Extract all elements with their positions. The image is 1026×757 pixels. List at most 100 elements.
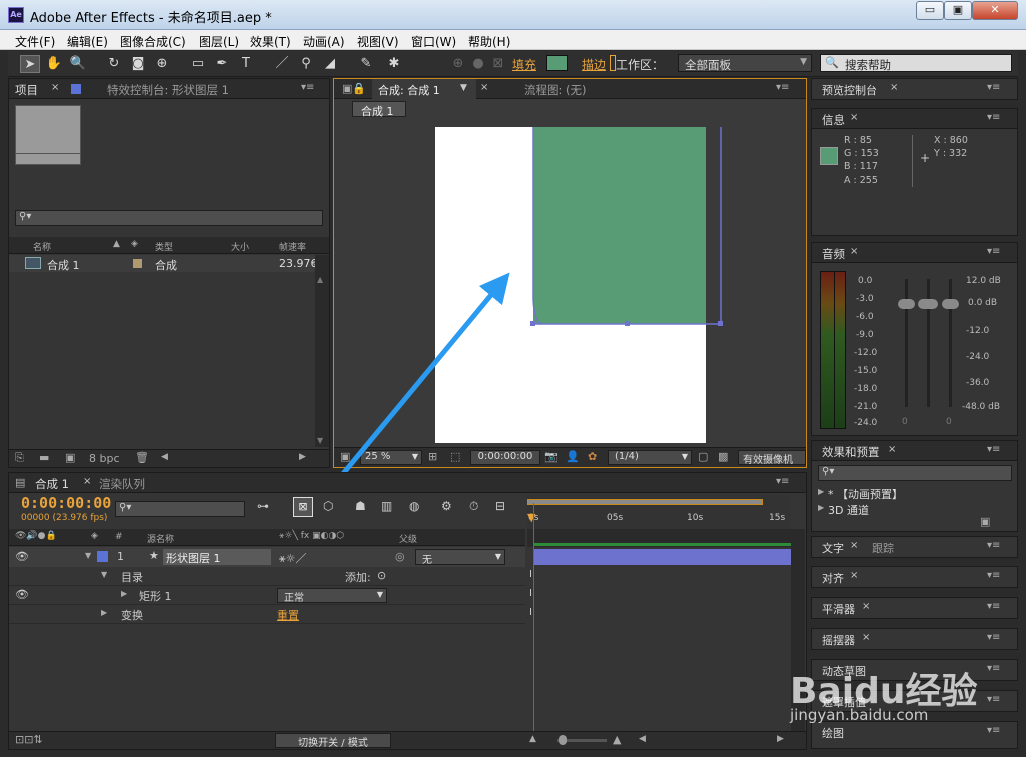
expand-arrow-icon[interactable]: ▼: [101, 570, 107, 579]
motion-blur-icon[interactable]: ◍: [409, 499, 419, 513]
frame-blending-icon[interactable]: ▥: [381, 499, 392, 513]
reset-link[interactable]: 重置: [277, 607, 299, 623]
green-rectangle[interactable]: [533, 127, 706, 324]
audio-panel-title[interactable]: 音频: [822, 246, 845, 262]
snapshot-icon[interactable]: 📷: [544, 450, 558, 463]
panel-menu-icon[interactable]: ▾≡: [987, 725, 1000, 736]
auto-keyframe-icon[interactable]: ⏱: [469, 499, 478, 514]
zoom-select[interactable]: 25 % ▼: [360, 450, 422, 465]
toggle-switches-modes-button[interactable]: 切换开关 / 模式: [275, 733, 391, 749]
table-row[interactable]: 👁 ▶ 矩形 1 正常 ▼: [9, 586, 525, 605]
close-icon[interactable]: ×: [850, 540, 858, 551]
panel-menu-icon[interactable]: ▾≡: [987, 82, 1000, 93]
tab-character[interactable]: 文字: [822, 540, 844, 556]
always-preview-icon[interactable]: ▣: [340, 450, 350, 463]
panel-menu-icon[interactable]: ▾≡: [987, 246, 1000, 257]
panel-menu-icon[interactable]: ▾≡: [987, 694, 1000, 705]
tab-effect-controls[interactable]: 特效控制台: 形状图层 1: [107, 82, 229, 98]
project-search-input[interactable]: ⚲▾: [15, 210, 323, 226]
draft-3d-icon[interactable]: ⬡: [323, 499, 333, 513]
column-source-name[interactable]: 源名称: [147, 532, 174, 545]
menu-file[interactable]: 文件(F): [15, 33, 55, 50]
world-axis-icon[interactable]: ●: [468, 55, 488, 73]
layer-duration-bar[interactable]: [533, 549, 791, 565]
close-icon[interactable]: ×: [888, 444, 896, 455]
show-snapshot-icon[interactable]: 👤: [566, 450, 580, 463]
time-navigator[interactable]: 0s 05s 10s 15s ▼: [527, 495, 791, 529]
close-icon[interactable]: ×: [850, 570, 858, 581]
tab-align[interactable]: 对齐: [822, 570, 844, 586]
fill-label[interactable]: 填充: [512, 56, 536, 73]
label-tag-icon[interactable]: ◈: [131, 239, 138, 249]
toggle-panes-icon[interactable]: ⊡⊡⇅: [15, 733, 43, 746]
workspace-select[interactable]: 全部面板 ▼: [678, 54, 812, 72]
blend-mode-select[interactable]: 正常 ▼: [277, 588, 387, 604]
rotate-tool-icon[interactable]: ↻: [104, 55, 124, 73]
effects-search-input[interactable]: ⚲▾: [818, 465, 1012, 481]
close-icon[interactable]: ×: [83, 476, 91, 487]
scroll-right-icon[interactable]: ▶: [299, 452, 306, 462]
zoom-out-icon[interactable]: ▲: [529, 734, 536, 744]
panel-menu-icon[interactable]: ▾≡: [987, 601, 1000, 612]
brush-tool-icon[interactable]: ／: [272, 55, 292, 73]
tab-wiggler[interactable]: 摇摆器: [822, 632, 855, 648]
axis-mode-icon[interactable]: ⊕: [448, 55, 468, 73]
close-icon[interactable]: ×: [850, 246, 858, 257]
eye-icon[interactable]: 👁: [15, 588, 29, 601]
panel-menu-icon[interactable]: ▾≡: [987, 444, 1000, 455]
panel-menu-icon[interactable]: ▾≡: [987, 663, 1000, 674]
eye-icon[interactable]: 👁: [15, 550, 29, 563]
work-area-bar[interactable]: [527, 499, 763, 505]
column-name[interactable]: 名称: [33, 240, 51, 253]
expand-arrow-icon[interactable]: ▶: [818, 503, 824, 512]
restore-button[interactable]: ▣: [944, 1, 972, 20]
timeline-search-input[interactable]: ⚲▾: [115, 501, 245, 517]
resolution-select[interactable]: (1/4) ▼: [608, 450, 692, 465]
path-vertex-handle[interactable]: [718, 321, 723, 326]
column-type[interactable]: 类型: [155, 240, 173, 253]
menu-animation[interactable]: 动画(A): [303, 33, 345, 50]
playhead-handle[interactable]: ▼: [527, 511, 535, 524]
timeline-timecode[interactable]: 0:00:00:00: [21, 494, 111, 512]
new-comp-icon[interactable]: ▣: [65, 451, 75, 464]
list-item[interactable]: 3D 通道: [828, 502, 869, 518]
list-item[interactable]: 合成 1 合成 23.976 ⚶: [9, 255, 320, 272]
hide-shy-layers-icon[interactable]: ☗: [355, 499, 366, 513]
eraser-tool-icon[interactable]: ◢: [320, 55, 340, 73]
minimize-button[interactable]: ▭: [916, 1, 944, 20]
tab-project[interactable]: 项目: [15, 82, 38, 98]
layer-switch-icons[interactable]: ⚹☼／: [279, 550, 306, 566]
help-search-input[interactable]: 🔍 搜索帮助: [820, 54, 1012, 72]
trash-icon[interactable]: 🗑: [135, 451, 149, 464]
close-icon[interactable]: ×: [850, 112, 858, 123]
selection-tool-icon[interactable]: ➤: [20, 55, 40, 73]
layer-name-field[interactable]: 形状图层 1: [163, 549, 271, 565]
camera-tool-icon[interactable]: ◙: [128, 55, 148, 73]
brainstorm-icon[interactable]: ⚙: [441, 499, 452, 513]
pan-behind-tool-icon[interactable]: ⊕: [152, 55, 172, 73]
tab-render-queue[interactable]: 渲染队列: [99, 476, 145, 492]
effects-panel-title[interactable]: 效果和预置: [822, 444, 880, 460]
close-icon[interactable]: ×: [862, 632, 870, 643]
info-panel-title[interactable]: 信息: [822, 112, 845, 128]
stroke-label[interactable]: 描边: [582, 56, 606, 73]
panel-menu-icon[interactable]: ▾≡: [301, 82, 314, 93]
close-button[interactable]: ✕: [972, 1, 1018, 20]
scroll-left-icon[interactable]: ◀: [639, 734, 646, 744]
hand-tool-icon[interactable]: ✋: [44, 55, 64, 73]
view-axis-icon[interactable]: ⊠: [488, 55, 508, 73]
panel-menu-icon[interactable]: ▾≡: [987, 570, 1000, 581]
timeline-scrollbar[interactable]: [791, 529, 805, 731]
roto-brush-tool-icon[interactable]: ✎: [356, 55, 376, 73]
table-row[interactable]: ▶ 变换 重置: [9, 605, 525, 624]
panel-menu-icon[interactable]: ▾≡: [987, 112, 1000, 123]
panel-menu-icon[interactable]: ▾≡: [987, 540, 1000, 551]
add-menu-icon[interactable]: ⊙: [377, 569, 386, 582]
scroll-right-icon[interactable]: ▶: [777, 734, 784, 744]
panel-menu-icon[interactable]: ▾≡: [987, 632, 1000, 643]
expand-arrow-icon[interactable]: ▼: [85, 551, 91, 560]
pen-tool-icon[interactable]: ✒: [212, 55, 232, 73]
menu-window[interactable]: 窗口(W): [411, 33, 456, 50]
channel-icon[interactable]: ✿: [588, 450, 597, 463]
text-tool-icon[interactable]: T: [236, 55, 256, 73]
